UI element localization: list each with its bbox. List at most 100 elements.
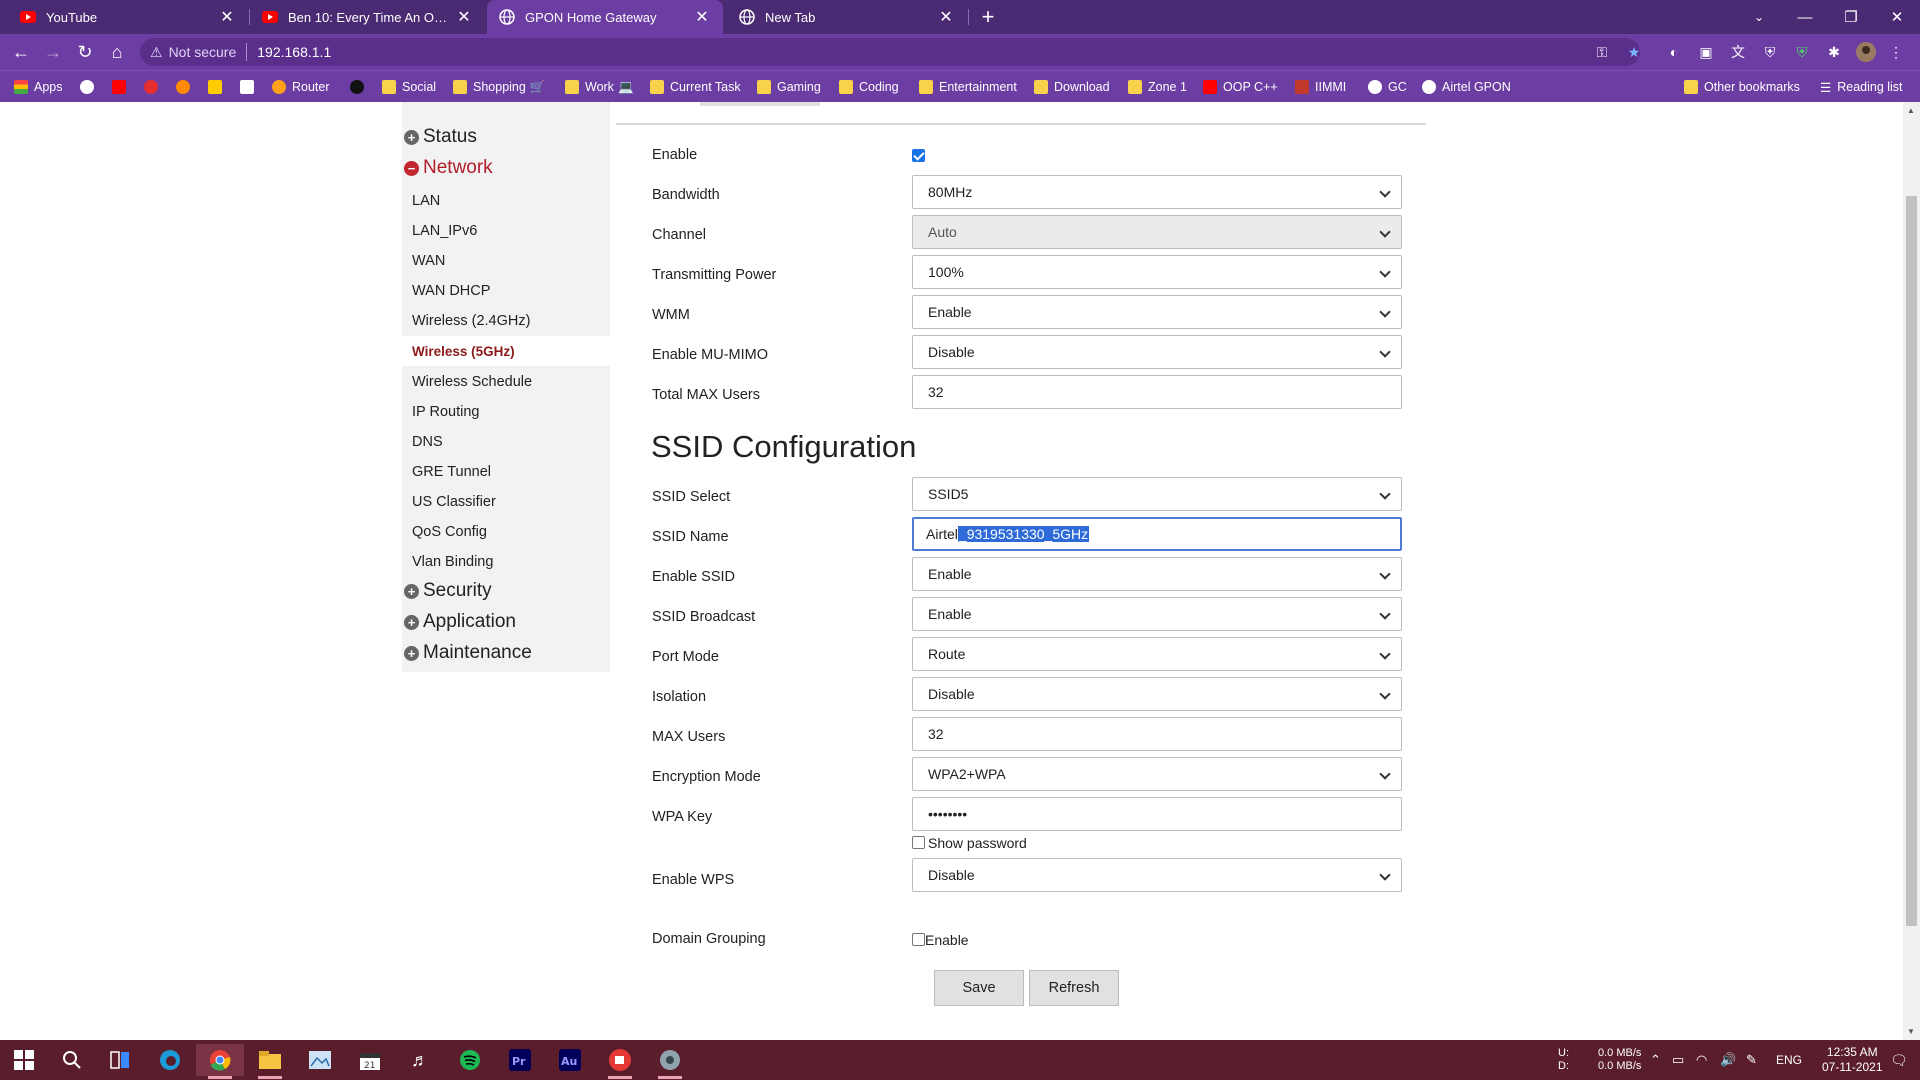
bookmark-social[interactable]: Social: [382, 78, 436, 96]
mumimo-select[interactable]: Disable: [912, 335, 1402, 369]
bookmark-apps[interactable]: Apps: [14, 78, 63, 96]
github-icon[interactable]: [350, 78, 370, 96]
tx-power-select[interactable]: 100%: [912, 255, 1402, 289]
tab-gpon[interactable]: GPON Home Gateway ✕: [487, 0, 723, 34]
show-password-checkbox[interactable]: [912, 836, 925, 849]
key-icon[interactable]: ⚿: [1592, 42, 1612, 62]
menu-maintenance[interactable]: + Maintenance: [404, 642, 532, 664]
menu-item-lan[interactable]: LAN: [412, 193, 440, 209]
menu-application[interactable]: + Application: [404, 611, 516, 633]
amazon-icon[interactable]: [240, 78, 260, 96]
wifi-icon[interactable]: ◠: [1696, 1040, 1707, 1080]
total-max-users-input[interactable]: 32: [912, 375, 1402, 409]
save-button[interactable]: Save: [934, 970, 1024, 1006]
tab-ben10[interactable]: Ben 10: Every Time An Omnitrix I ✕: [250, 0, 485, 34]
windows-start-icon[interactable]: [0, 1044, 48, 1076]
bookmark-star-icon[interactable]: ★: [1624, 42, 1644, 62]
settings-gear-icon[interactable]: [646, 1044, 694, 1079]
youtube-icon[interactable]: [112, 78, 132, 96]
search-icon[interactable]: [48, 1044, 96, 1076]
home-button[interactable]: ⌂: [104, 39, 130, 65]
volume-icon[interactable]: 🔊: [1720, 1040, 1736, 1080]
close-icon[interactable]: ✕: [218, 7, 236, 27]
close-icon[interactable]: ✕: [937, 7, 955, 27]
domain-grouping-checkbox[interactable]: [912, 933, 925, 946]
menu-item-wireless-24[interactable]: Wireless (2.4GHz): [412, 313, 530, 329]
enable-ssid-select[interactable]: Enable: [912, 557, 1402, 591]
restore-button[interactable]: ❐: [1828, 0, 1874, 34]
pen-icon[interactable]: ✎: [1746, 1040, 1757, 1080]
avatar[interactable]: [1856, 42, 1876, 62]
spotify-icon[interactable]: [446, 1044, 494, 1076]
bookmark-airtel[interactable]: Airtel GPON: [1422, 78, 1511, 96]
bandwidth-select[interactable]: 80MHz: [912, 175, 1402, 209]
screen-recorder-icon[interactable]: [596, 1044, 644, 1079]
isolation-select[interactable]: Disable: [912, 677, 1402, 711]
calendar-icon[interactable]: 21: [346, 1044, 394, 1076]
page-scrollbar[interactable]: ▲ ▼: [1903, 102, 1920, 1040]
extension-icon[interactable]: ◐: [1664, 42, 1684, 62]
chevron-up-icon[interactable]: ⌃: [1650, 1040, 1661, 1080]
bookmark-iimmi[interactable]: IIMMI: [1295, 78, 1346, 96]
bookmark-gaming[interactable]: Gaming: [757, 78, 821, 96]
bookmark-coding[interactable]: Coding: [839, 78, 899, 96]
language-indicator[interactable]: ENG: [1776, 1040, 1802, 1080]
clock[interactable]: 12:35 AM 07-11-2021: [1822, 1040, 1883, 1080]
menu-network[interactable]: − Network: [404, 157, 493, 179]
scroll-down-icon[interactable]: ▼: [1907, 1027, 1915, 1036]
shield-icon[interactable]: ⛨: [1760, 42, 1780, 62]
bookmark-download[interactable]: Download: [1034, 78, 1110, 96]
shield-check-icon[interactable]: ⛨: [1792, 42, 1812, 62]
menu-item-ip-routing[interactable]: IP Routing: [412, 404, 479, 420]
menu-item-vlan-binding[interactable]: Vlan Binding: [412, 554, 493, 570]
file-explorer-icon[interactable]: [246, 1044, 294, 1079]
music-icon[interactable]: ♬: [396, 1044, 444, 1076]
enable-checkbox[interactable]: [912, 149, 925, 162]
close-icon[interactable]: ✕: [693, 7, 711, 27]
bookmark-zone1[interactable]: Zone 1: [1128, 78, 1187, 96]
yellow-app-icon[interactable]: [208, 78, 228, 96]
channel-select[interactable]: Auto: [912, 215, 1402, 249]
wmm-select[interactable]: Enable: [912, 295, 1402, 329]
chrome-icon[interactable]: [196, 1044, 244, 1079]
menu-item-wan-dhcp[interactable]: WAN DHCP: [412, 283, 490, 299]
bookmark-work[interactable]: Work 💻: [565, 78, 634, 96]
ssid-broadcast-select[interactable]: Enable: [912, 597, 1402, 631]
menu-icon[interactable]: ⋮: [1886, 42, 1906, 62]
menu-item-wireless-schedule[interactable]: Wireless Schedule: [412, 374, 532, 390]
close-window-button[interactable]: ✕: [1874, 0, 1920, 34]
wpa-key-input[interactable]: ••••••••: [912, 797, 1402, 831]
menu-item-gre-tunnel[interactable]: GRE Tunnel: [412, 464, 491, 480]
bookmark-entertainment[interactable]: Entertainment: [919, 78, 1017, 96]
ssid-name-input[interactable]: Airtel _9319531330_5GHz: [912, 517, 1402, 551]
minimize-button[interactable]: —: [1782, 0, 1828, 34]
bookmark-current-task[interactable]: Current Task: [650, 78, 741, 96]
reading-list-button[interactable]: ☰ Reading list: [1820, 78, 1903, 96]
max-users-input[interactable]: 32: [912, 717, 1402, 751]
bookmark-oop[interactable]: OOP C++: [1203, 78, 1278, 96]
edge-icon[interactable]: [146, 1044, 194, 1076]
bookmark-gc[interactable]: GC: [1368, 78, 1407, 96]
notification-icon[interactable]: 🗨: [1890, 1040, 1908, 1080]
close-icon[interactable]: ✕: [455, 7, 473, 27]
enable-wps-select[interactable]: Disable: [912, 858, 1402, 892]
menu-item-qos-config[interactable]: QoS Config: [412, 524, 487, 540]
audition-icon[interactable]: Au: [546, 1044, 594, 1076]
extension-icon[interactable]: ▣: [1696, 42, 1716, 62]
menu-item-lan-ipv6[interactable]: LAN_IPv6: [412, 223, 477, 239]
music-icon[interactable]: [144, 78, 164, 96]
menu-item-wan[interactable]: WAN: [412, 253, 445, 269]
translate-icon[interactable]: 文: [1728, 42, 1748, 62]
address-bar[interactable]: ⚠ Not secure 192.168.1.1: [140, 38, 1640, 66]
tab-search-icon[interactable]: ⌄: [1736, 0, 1782, 34]
scrollbar-thumb[interactable]: [1906, 196, 1917, 926]
orange-circle-icon[interactable]: [176, 78, 196, 96]
refresh-button[interactable]: Refresh: [1029, 970, 1119, 1006]
menu-security[interactable]: + Security: [404, 580, 492, 602]
encryption-mode-select[interactable]: WPA2+WPA: [912, 757, 1402, 791]
bookmark-other[interactable]: Other bookmarks: [1684, 78, 1800, 96]
scroll-up-icon[interactable]: ▲: [1907, 106, 1915, 115]
menu-item-us-classifier[interactable]: US Classifier: [412, 494, 496, 510]
task-view-icon[interactable]: [96, 1044, 144, 1076]
google-icon[interactable]: [80, 78, 100, 96]
